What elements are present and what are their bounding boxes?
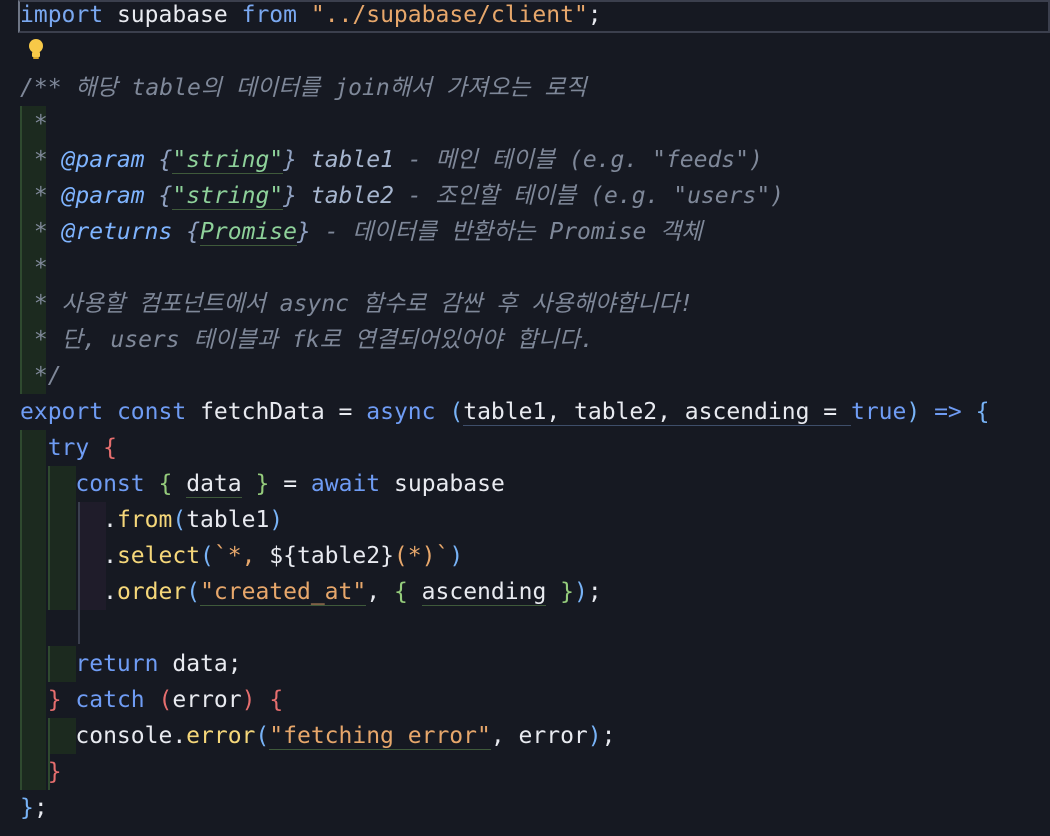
code-line-1[interactable]: import supabase from "../supabase/client… — [20, 0, 602, 33]
code-line-close-catch[interactable]: } — [20, 754, 62, 790]
code-line-comment-6[interactable]: * — [20, 250, 48, 286]
code-line-comment-2[interactable]: * — [20, 106, 48, 142]
code-line-return[interactable]: return data; — [20, 646, 241, 682]
code-line-catch[interactable]: } catch (error) { — [20, 682, 284, 718]
code-line-console[interactable]: console.error("fetching error", error); — [20, 718, 616, 754]
code-line-comment-1[interactable]: /** 해당 table의 데이터를 join해서 가져오는 로직 — [20, 70, 587, 106]
code-line-try[interactable]: try { — [20, 430, 117, 466]
code-line-comment-7[interactable]: * 사용할 컴포넌트에서 async 함수로 감싼 후 사용해야합니다! — [20, 286, 693, 322]
code-line-from[interactable]: .from(table1) — [20, 502, 283, 538]
code-line-comment-9[interactable]: */ — [20, 358, 62, 394]
code-editor[interactable]: import supabase from "../supabase/client… — [0, 0, 1050, 836]
code-line-order[interactable]: .order("created_at", { ascending }); — [20, 574, 602, 610]
code-line-const[interactable]: const { data } = await supabase — [20, 466, 505, 502]
code-line-close-fn[interactable]: }; — [20, 790, 48, 826]
lightbulb-icon[interactable] — [25, 37, 47, 61]
code-line-export[interactable]: export const fetchData = async (table1, … — [20, 394, 990, 430]
code-line-select[interactable]: .select(`*, ${table2}(*)`) — [20, 538, 463, 574]
code-line-comment-3[interactable]: * @param {"string"} table1 - 메인 테이블 (e.g… — [20, 142, 763, 178]
code-line-comment-5[interactable]: * @returns {Promise} - 데이터를 반환하는 Promise… — [20, 214, 702, 250]
code-line-comment-4[interactable]: * @param {"string"} table2 - 조인할 테이블 (e.… — [20, 178, 784, 214]
code-line-comment-8[interactable]: * 단, users 테이블과 fk로 연결되어있어야 합니다. — [20, 322, 594, 358]
